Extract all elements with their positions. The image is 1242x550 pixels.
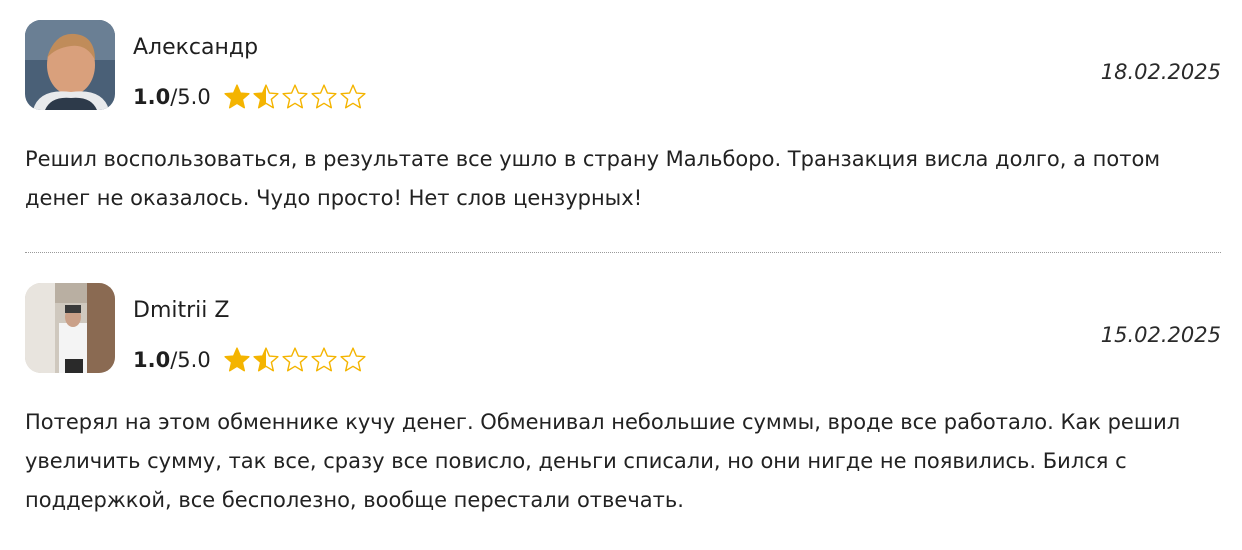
star-rating — [223, 346, 368, 374]
rating-score: 1.0/5.0 — [133, 347, 211, 373]
review-divider — [25, 252, 1221, 253]
star-empty-icon — [311, 84, 337, 109]
rating-value: 1.0 — [133, 85, 171, 109]
review-header: Александр 1.0/5.0 18.02.2025 — [25, 20, 1221, 112]
star-empty-icon — [311, 347, 337, 372]
rating-max: /5.0 — [170, 85, 211, 109]
star-empty-icon — [340, 84, 366, 109]
reviews-list: Александр 1.0/5.0 18.02.2025 Решил воспо… — [0, 0, 1242, 550]
rating-value: 1.0 — [133, 348, 171, 372]
avatar[interactable] — [25, 20, 115, 110]
review-text: Потерял на этом обменнике кучу денег. Об… — [25, 410, 1181, 512]
review-date: 18.02.2025 — [1100, 60, 1221, 84]
star-half-icon — [253, 347, 279, 372]
review-date: 15.02.2025 — [1100, 323, 1221, 347]
review-rating: 1.0/5.0 — [133, 345, 368, 375]
star-empty-icon — [282, 84, 308, 109]
star-rating — [223, 83, 368, 111]
rating-max: /5.0 — [170, 348, 211, 372]
star-full-icon — [224, 347, 250, 372]
rating-score: 1.0/5.0 — [133, 84, 211, 110]
star-empty-icon — [340, 347, 366, 372]
review-text: Решил воспользоваться, в результате все … — [25, 147, 1161, 210]
star-empty-icon — [282, 347, 308, 372]
star-full-icon — [224, 84, 250, 109]
review-rating: 1.0/5.0 — [133, 82, 368, 112]
review-header: Dmitrii Z 1.0/5.0 15.02.2025 — [25, 283, 1221, 375]
star-half-icon — [253, 84, 279, 109]
review-item: Александр 1.0/5.0 18.02.2025 Решил воспо… — [25, 20, 1221, 210]
review-author: Dmitrii Z — [133, 298, 230, 323]
review-author: Александр — [133, 35, 259, 60]
review-item: Dmitrii Z 1.0/5.0 15.02.2025 Потерял на … — [25, 283, 1221, 512]
avatar[interactable] — [25, 283, 115, 373]
